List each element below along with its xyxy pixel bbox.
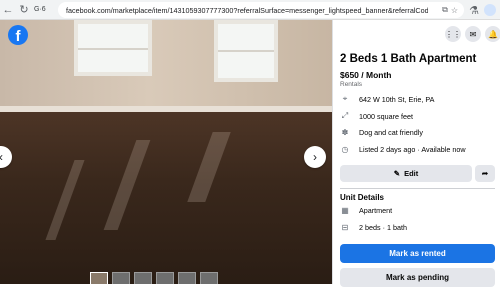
edit-listing-button[interactable]: ✎ Edit <box>340 165 472 182</box>
clock-icon: ◷ <box>341 145 349 154</box>
photo-thumbnail[interactable] <box>134 272 152 284</box>
edit-label: Edit <box>404 169 419 178</box>
extension-icon[interactable]: ⧉ <box>442 5 448 15</box>
photo-window-right <box>214 20 278 82</box>
share-arrow-icon: ➦ <box>481 169 489 178</box>
bed-icon: ⊟ <box>341 223 349 232</box>
messenger-icon[interactable]: ✉ <box>465 26 481 42</box>
back-icon[interactable]: ← <box>0 0 16 20</box>
reload-icon[interactable]: ↻ <box>16 0 32 20</box>
unit-detail-text: Apartment <box>359 206 393 215</box>
listing-photo-viewer: f ‹ › <box>0 20 332 284</box>
profile-avatar[interactable] <box>484 4 496 16</box>
photo-thumbnails <box>90 272 218 284</box>
notifications-bell-icon[interactable]: 🔔 <box>485 26 500 42</box>
unit-detail-type: ▦ Apartment <box>340 206 392 215</box>
location-pin-icon: ⌖ <box>342 94 348 103</box>
photo-window-left <box>74 20 152 76</box>
photo-floor <box>0 112 332 284</box>
listing-title: 2 Beds 1 Bath Apartment <box>340 53 477 65</box>
unit-detail-text: 2 beds · 1 bath <box>359 223 407 232</box>
browser-toolbar: ← ↻ G·6 facebook.com/marketplace/item/14… <box>0 0 500 20</box>
lab-icon[interactable]: ⚗ <box>466 0 482 20</box>
listing-details-panel: ⋮⋮ ✉ 🔔 2 Beds 1 Bath Apartment $650 / Mo… <box>332 20 500 287</box>
building-icon: ▦ <box>341 206 349 215</box>
listing-price: $650 / Month <box>340 70 392 80</box>
chevron-right-icon: › <box>313 150 317 164</box>
photo-wall <box>0 20 332 120</box>
star-icon[interactable]: ☆ <box>451 6 458 15</box>
detail-row-pets: ✽ Dog and cat friendly <box>340 128 423 137</box>
chevron-left-icon: ‹ <box>0 150 3 164</box>
square-feet-icon: ⤢ <box>341 111 349 120</box>
share-button[interactable]: ➦ <box>475 165 495 182</box>
facebook-logo-icon[interactable]: f <box>8 25 28 45</box>
address-bar[interactable]: facebook.com/marketplace/item/1431059307… <box>58 2 464 18</box>
detail-text: 1000 square feet <box>359 111 413 121</box>
photo-thumbnail[interactable] <box>156 272 174 284</box>
photo-thumbnail[interactable] <box>178 272 196 284</box>
mark-as-rented-button[interactable]: Mark as rented <box>340 244 495 263</box>
pencil-icon: ✎ <box>393 169 401 178</box>
mark-as-pending-button[interactable]: Mark as pending <box>340 268 495 287</box>
next-photo-button[interactable]: › <box>304 146 326 168</box>
listing-category[interactable]: Rentals <box>340 81 362 88</box>
photo-thumbnail[interactable] <box>112 272 130 284</box>
unit-detail-rooms: ⊟ 2 beds · 1 bath <box>340 223 407 232</box>
url-text[interactable]: facebook.com/marketplace/item/1431059307… <box>66 6 428 15</box>
tab-count[interactable]: G·6 <box>34 6 46 13</box>
menu-grid-icon[interactable]: ⋮⋮ <box>445 26 461 42</box>
detail-row-listed: ◷ Listed 2 days ago · Available now <box>340 145 466 154</box>
detail-row-size: ⤢ 1000 square feet <box>340 111 413 121</box>
detail-text: Listed 2 days ago · Available now <box>359 145 466 154</box>
detail-text[interactable]: 642 W 10th St, Erie, PA <box>359 95 434 104</box>
detail-row-address: ⌖ 642 W 10th St, Erie, PA <box>340 94 435 104</box>
detail-text: Dog and cat friendly <box>359 128 423 137</box>
header-icons: ⋮⋮ ✉ 🔔 <box>445 26 500 42</box>
unit-details-heading: Unit Details <box>340 193 385 202</box>
photo-thumbnail[interactable] <box>200 272 218 284</box>
photo-thumbnail[interactable] <box>90 272 108 284</box>
section-divider <box>340 188 495 189</box>
pet-paw-icon: ✽ <box>341 128 349 137</box>
